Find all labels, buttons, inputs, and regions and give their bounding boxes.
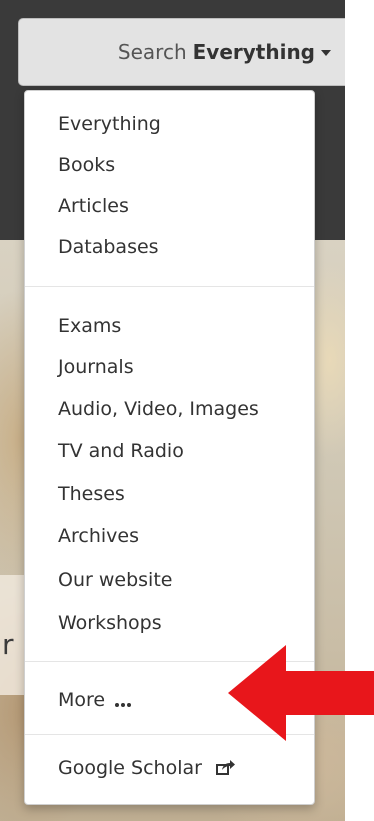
menu-divider xyxy=(25,286,314,287)
menu-item-archives[interactable]: Archives xyxy=(58,518,139,554)
menu-item-workshops[interactable]: Workshops xyxy=(58,605,162,641)
hero-text-fragment: r xyxy=(2,628,14,661)
menu-item-articles[interactable]: Articles xyxy=(58,188,129,224)
menu-item-exams[interactable]: Exams xyxy=(58,308,121,344)
search-scope-button[interactable]: Search Everything xyxy=(18,18,345,86)
menu-item-theses[interactable]: Theses xyxy=(58,476,125,512)
menu-item-google-scholar-label: Google Scholar xyxy=(58,757,202,779)
menu-item-our-website[interactable]: Our website xyxy=(58,562,172,598)
menu-item-databases[interactable]: Databases xyxy=(58,229,159,265)
menu-item-tv-radio[interactable]: TV and Radio xyxy=(58,433,184,469)
menu-item-more[interactable]: More xyxy=(58,682,133,718)
search-scope-prefix: Search xyxy=(117,40,187,64)
menu-item-books[interactable]: Books xyxy=(58,147,115,183)
red-arrow-annotation xyxy=(228,645,374,741)
caret-down-icon xyxy=(321,50,331,56)
share-external-icon xyxy=(216,751,236,787)
menu-item-google-scholar[interactable]: Google Scholar xyxy=(58,750,236,786)
menu-item-more-label: More xyxy=(58,689,106,711)
menu-item-journals[interactable]: Journals xyxy=(58,349,134,385)
menu-item-audio-video-images[interactable]: Audio, Video, Images xyxy=(58,391,259,427)
search-scope-value: Everything xyxy=(192,40,315,64)
menu-item-everything[interactable]: Everything xyxy=(58,106,161,142)
ellipsis-icon xyxy=(115,683,133,719)
